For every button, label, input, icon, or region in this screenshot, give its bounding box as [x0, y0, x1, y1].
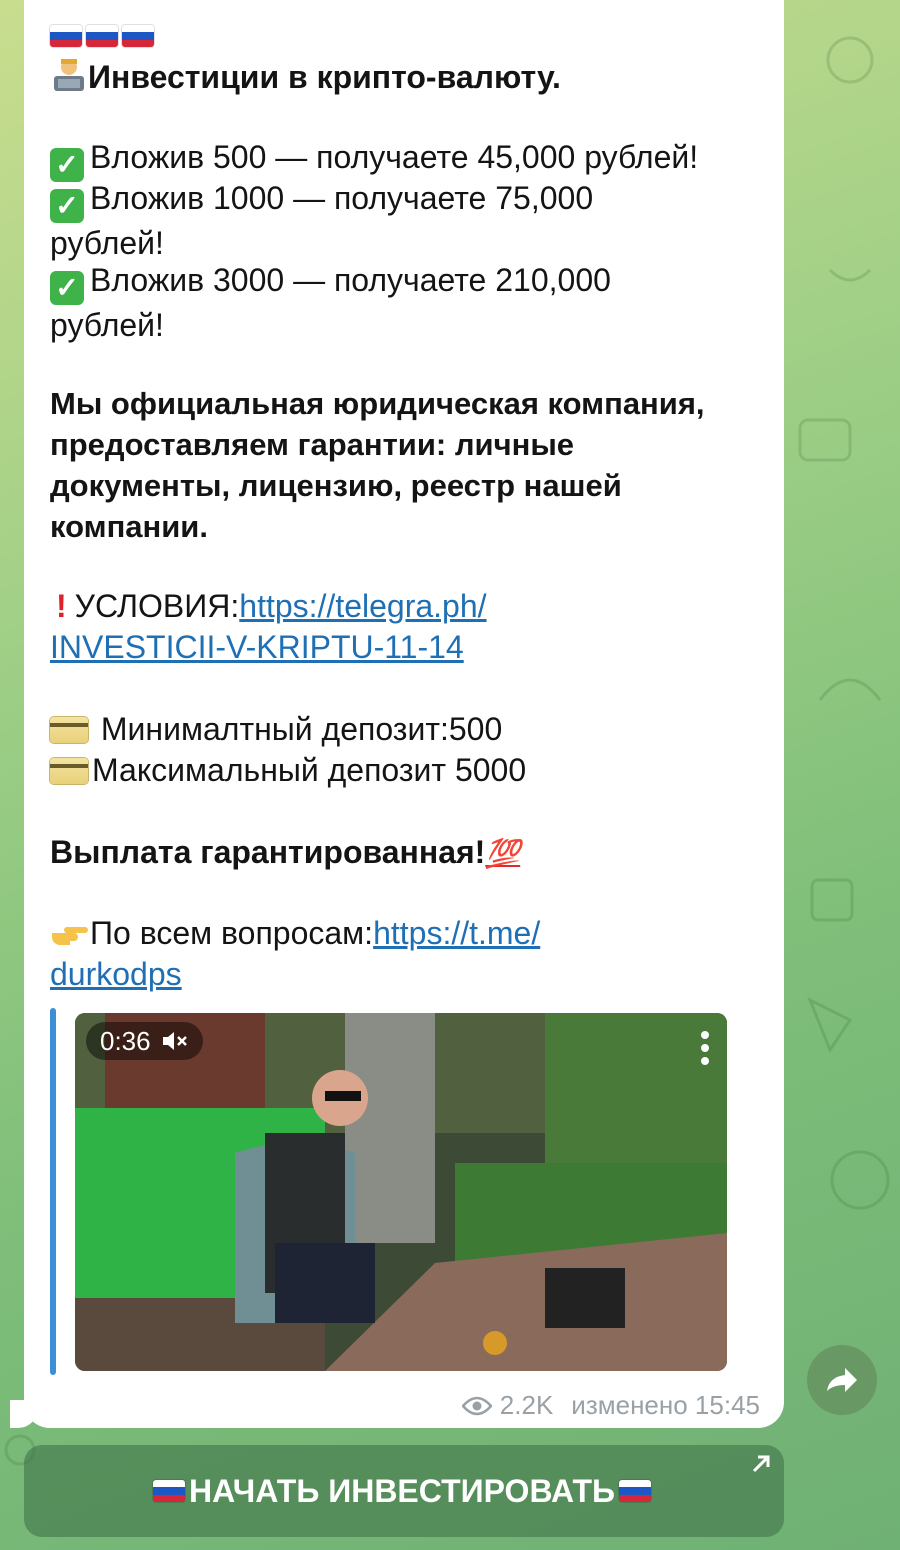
min-deposit-line: Минималтный депозит:500	[50, 709, 765, 750]
russia-flag-icon	[86, 25, 118, 47]
russia-flag-icon	[50, 25, 82, 47]
credit-card-icon	[50, 758, 88, 784]
video-preview[interactable]	[75, 1013, 727, 1371]
start-investing-button[interactable]: НАЧАТЬ ИНВЕСТИРОВАТЬ	[24, 1445, 784, 1537]
russia-flag-icon	[619, 1480, 652, 1502]
flags-row	[50, 14, 765, 55]
russia-flag-icon	[152, 1480, 185, 1502]
message-meta: 2.2K изменено 15:45	[461, 1390, 760, 1421]
video-more-options-icon[interactable]	[690, 1028, 720, 1072]
offer-item: ✓ Вложив 3000 — получаете 210,000 рублей!	[50, 262, 611, 343]
pointing-hand-icon	[52, 927, 88, 945]
offer-item: ✓ Вложив 500 — получаете 45,000 рублей!	[50, 137, 765, 182]
start-investing-label: НАЧАТЬ ИНВЕСТИРОВАТЬ	[188, 1472, 616, 1509]
video-duration: 0:36	[100, 1026, 151, 1056]
credit-card-icon	[50, 717, 88, 743]
exclamation-icon: !	[56, 588, 67, 624]
forward-button[interactable]	[807, 1345, 877, 1415]
forward-arrow-icon	[827, 1368, 857, 1392]
view-count: 2.2K	[499, 1390, 554, 1420]
check-mark-icon: ✓	[50, 271, 84, 305]
max-deposit-line: Максимальный депозит 5000	[50, 750, 765, 791]
hundred-points-icon: 💯	[485, 838, 521, 869]
payout-line: Выплата гарантированная!💯	[50, 834, 521, 870]
video-duration-badge[interactable]: 0:36	[86, 1022, 203, 1060]
external-link-arrow-icon	[752, 1455, 770, 1473]
conditions-line: ! УСЛОВИЯ:https://telegra.ph/INVESTICII-V…	[50, 586, 765, 668]
check-mark-icon: ✓	[50, 148, 84, 182]
technologist-icon	[54, 59, 84, 91]
link-preview-accent-bar	[50, 1008, 56, 1375]
conditions-label: УСЛОВИЯ:	[74, 588, 240, 624]
video-thumbnail	[75, 1013, 727, 1371]
title-text: Инвестиции в крипто-валюту.	[88, 59, 561, 95]
message-title: Инвестиции в крипто-валюту.	[50, 57, 765, 98]
views-eye-icon	[461, 1396, 492, 1415]
speaker-muted-icon	[162, 1032, 187, 1050]
contact-line: По всем вопросам:https://t.me/durkodps	[50, 913, 765, 995]
check-mark-icon: ✓	[50, 189, 84, 223]
edited-timestamp: изменено 15:45	[571, 1390, 760, 1420]
russia-flag-icon	[122, 25, 154, 47]
contact-label: По всем вопросам:	[90, 915, 374, 951]
company-guarantee-text: Мы официальная юридическая компания, пре…	[50, 386, 705, 544]
offer-item: ✓ Вложив 1000 — получаете 75,000 рублей!	[50, 180, 594, 261]
